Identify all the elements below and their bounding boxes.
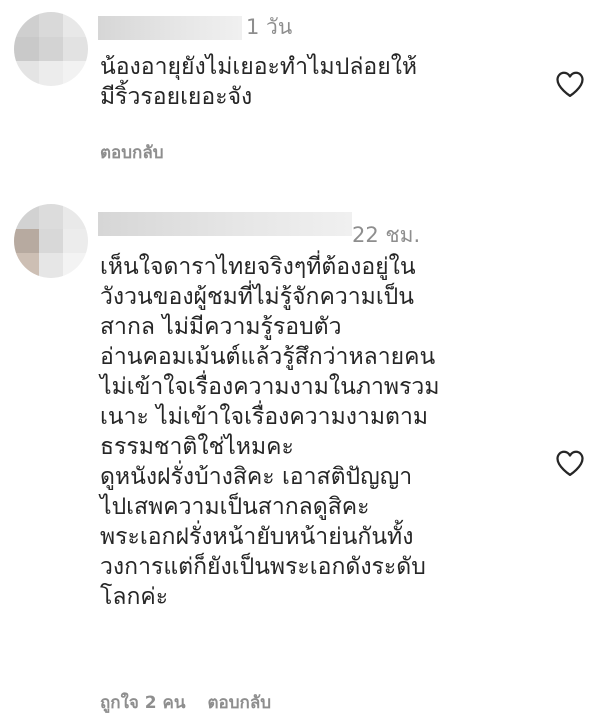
comment-line: น้องอายุยังไม่เยอะทำไมปล่อยให้ [100,54,418,80]
comment-line: ธรรมชาติใช่ไหมคะ [100,434,294,460]
avatar[interactable] [14,12,88,86]
comment-line: อ่านคอมเม้นต์แล้วรู้สึกว่าหลายคน [100,344,436,370]
comment-line: มีริ้วรอยเยอะจัง [100,84,253,110]
comment-line: เนาะ ไม่เข้าใจเรื่องความงามตาม [100,404,429,430]
comment-time: 1 วัน [246,15,293,39]
heart-outline-icon[interactable] [555,70,585,98]
comment-line: สากล ไม่มีความรู้รอบตัว [100,314,342,340]
comment-text: น้องอายุยังไม่เยอะทำไมปล่อยให้ มีริ้วรอย… [100,52,540,112]
username-blurred[interactable] [98,212,352,236]
avatar[interactable] [14,204,88,278]
comment-line: วงการแต่ก็ยังเป็นพระเอกดังระดับ [100,554,426,580]
comment-actions: ตอบกลับ [100,142,164,164]
comment-line: ดูหนังฝรั่งบ้างสิคะ เอาสติปัญญา [100,464,413,490]
comment-line: เห็นใจดาราไทยจริงๆที่ต้องอยู่ใน [100,254,416,280]
comment-time: 22 ชม. [352,223,421,247]
reply-button[interactable]: ตอบกลับ [100,143,164,163]
comment-text: เห็นใจดาราไทยจริงๆที่ต้องอยู่ใน วังวนของ… [100,252,540,612]
comment-line: โลกค่ะ [100,584,169,610]
comment-line: ไปเสพความเป็นสากลดูสิคะ [100,494,370,520]
comment-actions: ถูกใจ 2 คน ตอบกลับ [100,692,271,714]
comment-line: ไม่เข้าใจเรื่องความงามในภาพรวม [100,374,440,400]
comment-line: วังวนของผู้ชมที่ไม่รู้จักความเป็น [100,284,415,310]
heart-outline-icon[interactable] [555,449,585,477]
comment-line: พระเอกฝรั่งหน้ายับหน้าย่นกันทั้ง [100,524,414,550]
username-blurred[interactable] [98,16,242,40]
likes-count-button[interactable]: ถูกใจ 2 คน [100,693,186,713]
reply-button[interactable]: ตอบกลับ [208,693,272,713]
